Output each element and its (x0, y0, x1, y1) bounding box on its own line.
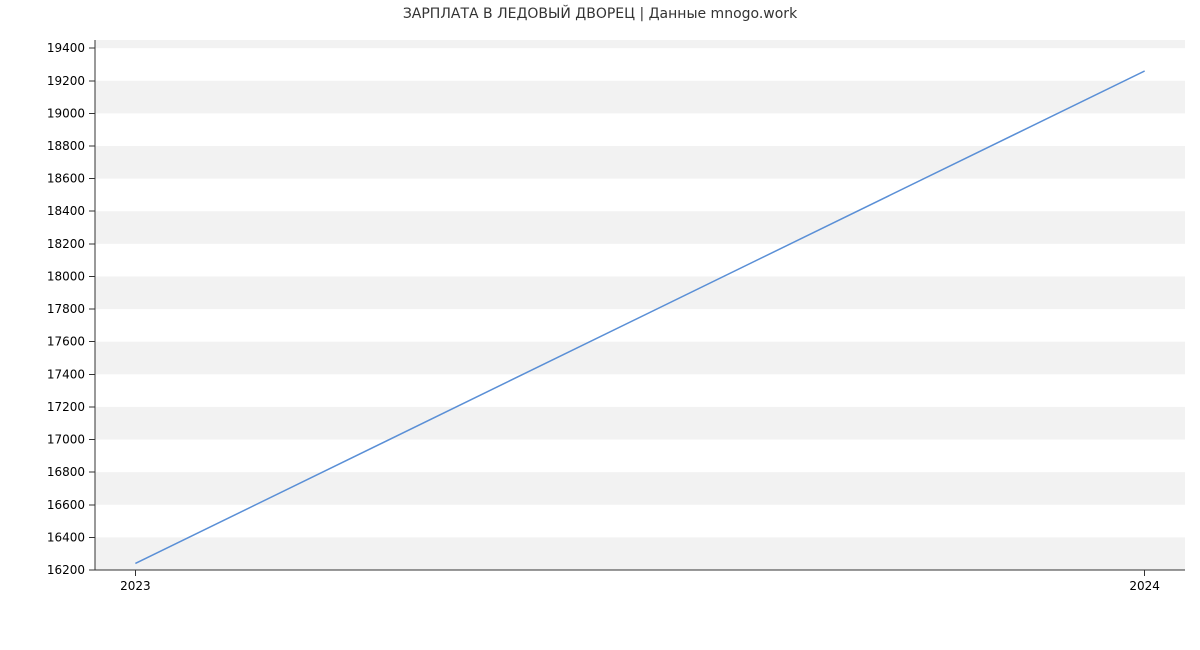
grid-band (95, 40, 1185, 48)
x-tick-label: 2024 (1129, 579, 1160, 593)
y-tick-label: 16400 (47, 530, 85, 544)
y-tick-label: 17400 (47, 367, 85, 381)
y-tick-label: 17600 (47, 335, 85, 349)
y-tick-label: 18800 (47, 139, 85, 153)
y-tick-label: 19200 (47, 74, 85, 88)
y-tick-label: 16200 (47, 563, 85, 577)
x-tick-label: 2023 (120, 579, 151, 593)
chart-container: ЗАРПЛАТА В ЛЕДОВЫЙ ДВОРЕЦ | Данные mnogo… (0, 0, 1200, 650)
grid-band (95, 146, 1185, 179)
grid-band (95, 342, 1185, 375)
chart-svg: 16200 16400 16600 16800 17000 17200 17400 17600… (0, 0, 1200, 650)
grid-band (95, 537, 1185, 570)
grid-band (95, 276, 1185, 309)
y-tick-label: 18600 (47, 172, 85, 186)
y-tick-label: 19000 (47, 106, 85, 120)
y-tick-label: 17200 (47, 400, 85, 414)
y-tick-label: 17000 (47, 433, 85, 447)
y-tick-label: 17800 (47, 302, 85, 316)
grid-band (95, 211, 1185, 244)
y-tick-label: 18200 (47, 237, 85, 251)
y-tick-label: 18000 (47, 269, 85, 283)
grid-band (95, 81, 1185, 114)
y-tick-label: 19400 (47, 41, 85, 55)
y-tick-label: 16600 (47, 498, 85, 512)
y-tick-label: 16800 (47, 465, 85, 479)
grid-band (95, 472, 1185, 505)
grid-band (95, 407, 1185, 440)
y-tick-label: 18400 (47, 204, 85, 218)
